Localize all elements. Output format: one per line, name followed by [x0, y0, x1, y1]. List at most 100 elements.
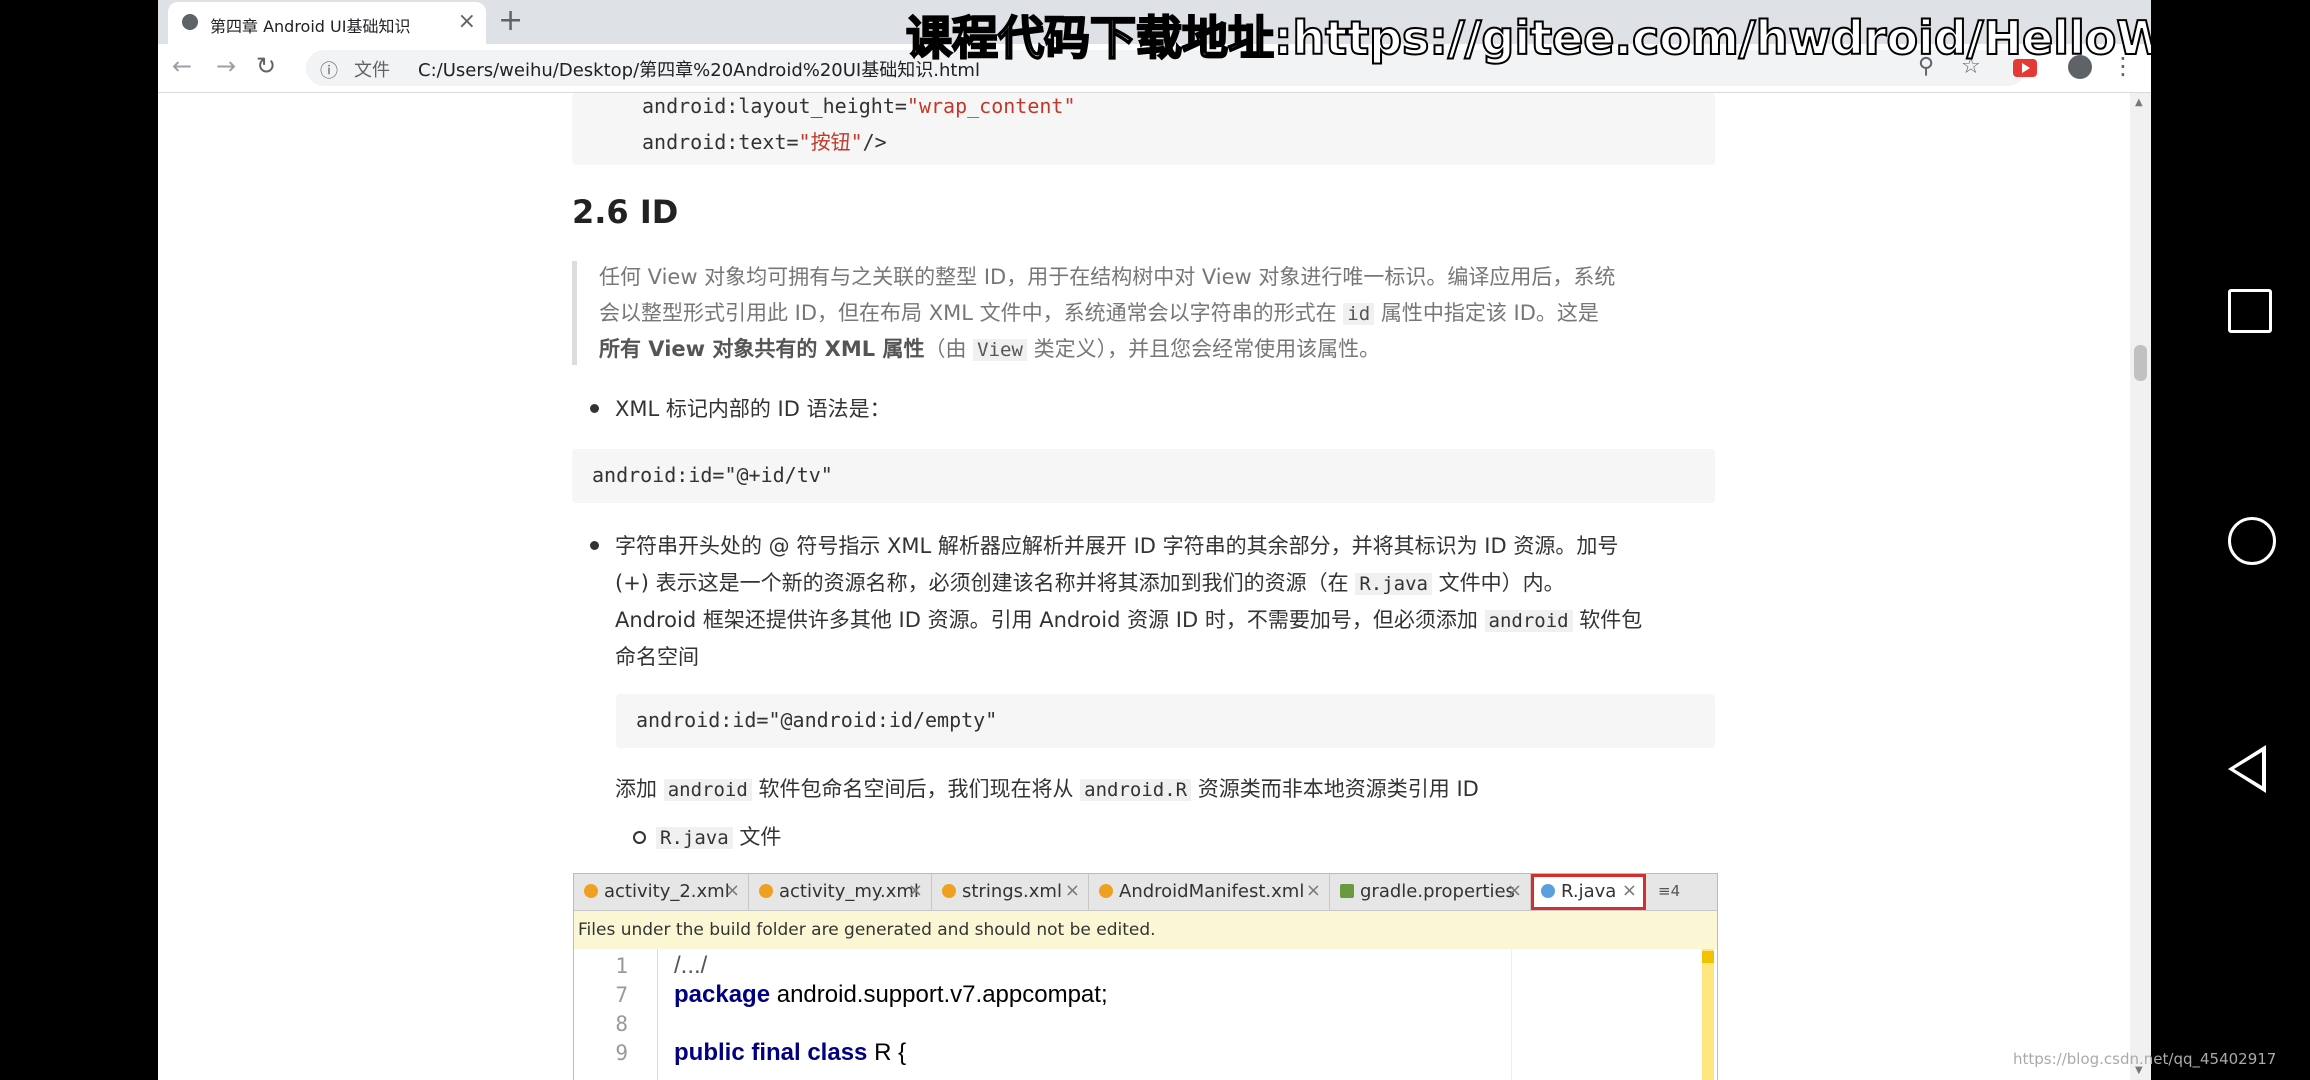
gutter-divider: [657, 949, 658, 1080]
browser-window: 第四章 Android UI基础知识 × + ← → ↻ ⓘ 文件 C:/Use…: [158, 0, 2151, 1080]
body-text: 添加: [615, 777, 657, 801]
ide-tab: activity_2.xml ×: [574, 874, 749, 910]
tab-overflow-icon: ≡4: [1658, 882, 1681, 900]
ide-tab: activity_my.xml ×: [749, 874, 932, 910]
quote-text: （由: [924, 337, 967, 361]
body-text: 软件包命名空间后，我们现在将从: [758, 777, 1074, 801]
ide-tab-label: AndroidManifest.xml: [1119, 881, 1305, 902]
quote-line-2: 会以整型形式引用此 ID，但在布局 XML 文件中，系统通常会以字符串的形式在 …: [599, 297, 1599, 327]
ide-tab: strings.xml ×: [932, 874, 1089, 910]
tab-close-icon: ×: [1621, 880, 1637, 901]
code-string: "wrap_content": [906, 94, 1076, 118]
bullet-text-2-line-3: Android 框架还提供许多其他 ID 资源。引用 Android 资源 ID…: [615, 604, 1642, 634]
sub-bullet-circle: [633, 831, 646, 844]
code-block-top: android:layout_height="wrap_content" and…: [572, 93, 1715, 165]
error-stripe: [1702, 949, 1714, 1080]
code-attr: android:layout_height=: [642, 94, 907, 118]
page-content: android:layout_height="wrap_content" and…: [158, 93, 2130, 1080]
ide-tab-label: activity_my.xml: [779, 881, 919, 902]
bullet-text-2-line-4: 命名空间: [615, 645, 699, 669]
blockquote: 任何 View 对象均可拥有与之关联的整型 ID，用于在结构树中对 View 对…: [572, 261, 1707, 365]
page-scrollbar[interactable]: ▲ ▼: [2130, 93, 2151, 1080]
tab-close-icon: ×: [1305, 880, 1321, 901]
code-line: public final class R {: [674, 1039, 906, 1067]
right-margin-line: [1511, 949, 1512, 1080]
section-heading: 2.6 ID: [572, 193, 679, 231]
url-text[interactable]: C:/Users/weihu/Desktop/第四章%20Android%20U…: [418, 56, 980, 82]
line-number: 8: [615, 1012, 628, 1036]
ide-tab: gradle.properties ×: [1330, 874, 1531, 910]
tab-close-icon: ×: [907, 880, 923, 901]
inline-code: R.java: [656, 827, 733, 849]
gradle-file-icon: [1340, 884, 1354, 898]
ide-code-area: 1 /.../ 7 package android.support.v7.app…: [574, 949, 1717, 1080]
inline-code: android.R: [1080, 779, 1192, 801]
java-class-icon: [1541, 884, 1555, 898]
quote-bold: 所有 View 对象共有的 XML 属性: [599, 337, 925, 361]
ide-tab: AndroidManifest.xml ×: [1089, 874, 1330, 910]
tab-close-icon: ×: [724, 880, 740, 901]
bullet-dot: [590, 404, 599, 413]
code-attr: android:text=: [642, 130, 799, 154]
code-line: /.../: [674, 952, 708, 979]
code-block-empty: android:id="@android:id/empty": [616, 694, 1715, 748]
quote-text: 属性中指定该 ID。这是: [1380, 301, 1599, 325]
home-circle-icon[interactable]: [2228, 517, 2276, 565]
inline-code: android: [663, 779, 752, 801]
inline-code: android: [1484, 610, 1573, 632]
code-keyword: public final class: [674, 1039, 868, 1066]
watermark: https://blog.csdn.net/qq_45402917: [2013, 1050, 2277, 1068]
xml-file-icon: [1099, 884, 1113, 898]
bullet-text-2-line-1: 字符串开头处的 @ 符号指示 XML 解析器应解析并展开 ID 字符串的其余部分…: [615, 534, 1619, 558]
code-line: package android.support.v7.appcompat;: [674, 981, 1108, 1009]
overlay-banner: 课程代码下载地址:https://gitee.com/hwdroid/Hello…: [905, 10, 2151, 66]
quote-text: 会以整型形式引用此 ID，但在布局 XML 文件中，系统通常会以字符串的形式在: [599, 301, 1337, 325]
body-text: 文件: [739, 825, 782, 849]
ide-tab-label: R.java: [1561, 881, 1617, 902]
code-keyword: package: [674, 981, 771, 1008]
quote-text: 类定义），并且您会经常使用该属性。: [1033, 337, 1381, 361]
info-icon[interactable]: ⓘ: [320, 57, 338, 83]
tab-title: 第四章 Android UI基础知识: [210, 17, 411, 36]
inline-code: id: [1343, 303, 1375, 325]
body-text: 文件中）内。: [1438, 571, 1565, 595]
code-line: android:id="@android:id/empty": [636, 708, 998, 732]
tab-close-icon[interactable]: ×: [458, 9, 476, 34]
bullet-text-1: XML 标记内部的 ID 语法是：: [615, 397, 891, 421]
code-block-id: android:id="@+id/tv": [572, 449, 1715, 503]
omnibox-file-label: 文件: [354, 60, 390, 81]
code-string: "按钮": [798, 130, 863, 154]
line-number: 1: [615, 954, 628, 978]
ide-tab-bar: activity_2.xml × activity_my.xml × strings…: [574, 874, 1717, 911]
globe-icon: [182, 14, 198, 30]
back-arrow-icon[interactable]: ←: [172, 52, 192, 80]
body-text: Android 框架还提供许多其他 ID 资源。引用 Android 资源 ID…: [615, 608, 1478, 632]
code-text: android.support.v7.appcompat;: [770, 981, 1108, 1008]
scroll-up-arrow-icon[interactable]: ▲: [2135, 97, 2143, 108]
bullet-text-2-line-2: (+) 表示这是一个新的资源名称，必须创建该名称并将其添加到我们的资源（在 R.…: [615, 567, 1565, 597]
new-tab-button[interactable]: +: [498, 3, 523, 38]
browser-tab[interactable]: 第四章 Android UI基础知识 ×: [168, 2, 486, 44]
xml-file-icon: [584, 884, 598, 898]
reload-icon[interactable]: ↻: [256, 52, 276, 80]
ide-tab-label: gradle.properties: [1360, 881, 1515, 902]
recents-square-icon[interactable]: [2228, 289, 2272, 333]
back-triangle-icon[interactable]: [2228, 745, 2266, 793]
xml-file-icon: [942, 884, 956, 898]
code-tag-end: />: [862, 130, 887, 154]
ide-screenshot: activity_2.xml × activity_my.xml × strings…: [573, 873, 1718, 1080]
tab-close-icon: ×: [1506, 880, 1522, 901]
paragraph-namespace: 添加 android 软件包命名空间后，我们现在将从 android.R 资源类…: [615, 773, 1479, 803]
inline-code: View: [973, 339, 1027, 361]
forward-arrow-icon[interactable]: →: [216, 52, 236, 80]
line-number: 9: [615, 1041, 628, 1065]
scrollbar-thumb[interactable]: [2134, 345, 2147, 381]
inline-code: R.java: [1355, 573, 1432, 595]
bullet-dot: [590, 541, 599, 550]
quote-line-1: 任何 View 对象均可拥有与之关联的整型 ID，用于在结构树中对 View 对…: [599, 265, 1616, 289]
warning-text: Files under the build folder are generat…: [578, 920, 1156, 940]
ide-tab-label: strings.xml: [962, 881, 1062, 902]
code-text: R {: [867, 1039, 907, 1066]
body-text: 资源类而非本地资源类引用 ID: [1197, 777, 1479, 801]
sub-bullet-text: R.java 文件: [656, 821, 781, 851]
